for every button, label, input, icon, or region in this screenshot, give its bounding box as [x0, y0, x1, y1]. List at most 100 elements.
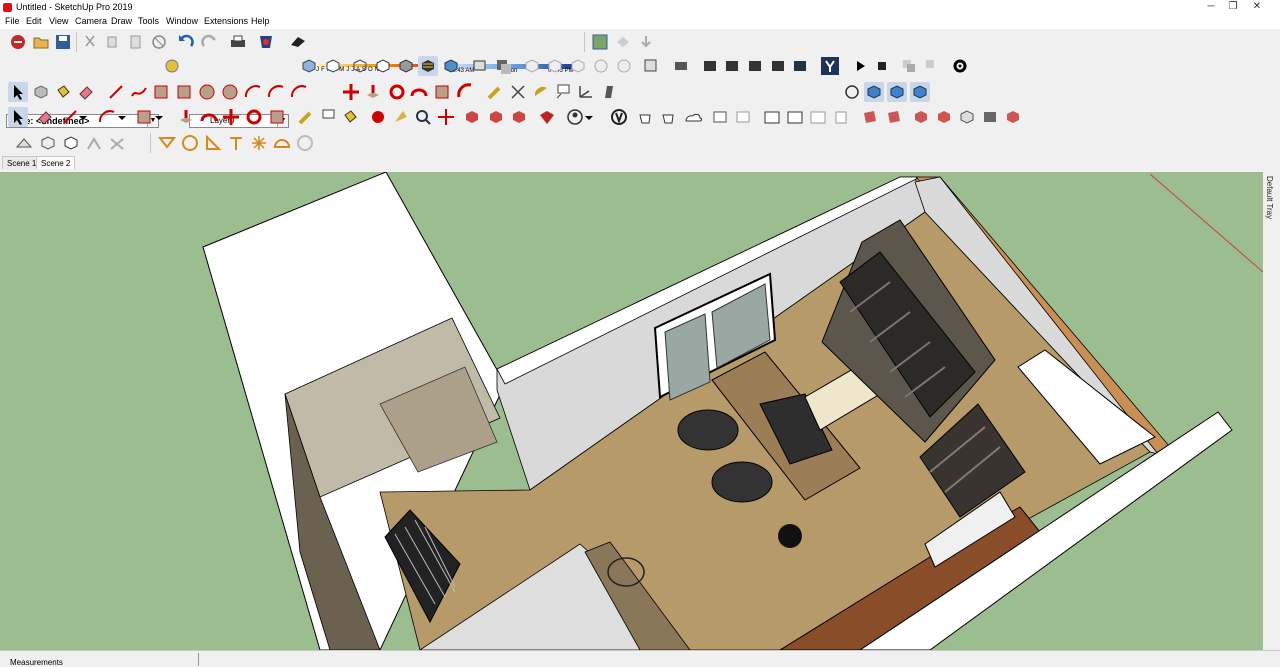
top-view-icon[interactable] [545, 56, 565, 76]
menu-tools[interactable]: Tools [138, 16, 159, 26]
paste-icon[interactable] [126, 32, 146, 52]
smoove-icon[interactable] [61, 133, 81, 153]
shadow-toggle-icon[interactable] [288, 32, 308, 52]
flip-edge-icon[interactable] [180, 133, 200, 153]
previous-view-icon[interactable] [583, 107, 595, 127]
components-icon[interactable] [637, 107, 657, 127]
shaded-icon[interactable] [396, 56, 416, 76]
rectangle-tool-icon[interactable] [134, 107, 154, 127]
move-icon[interactable] [341, 82, 361, 102]
push-pull-icon[interactable] [363, 82, 383, 102]
section-cut-icon[interactable] [486, 107, 506, 127]
zoom-extents-icon[interactable] [565, 107, 585, 127]
styles-icon[interactable] [660, 107, 680, 127]
xray-icon[interactable] [299, 56, 319, 76]
extension-icon-3[interactable] [745, 56, 765, 76]
dropdown-arrow-icon[interactable] [153, 107, 165, 127]
look-around-icon[interactable] [391, 107, 411, 127]
offset-icon[interactable] [455, 82, 475, 102]
extension-icon-4[interactable] [768, 56, 788, 76]
preview-icon[interactable] [636, 32, 656, 52]
extension-icon-2[interactable] [722, 56, 742, 76]
follow-me-2-icon[interactable] [199, 107, 219, 127]
solid-union-icon[interactable] [203, 133, 223, 153]
solid-subtract-icon[interactable] [226, 133, 246, 153]
freehand-icon[interactable] [129, 82, 149, 102]
sandbox-2-icon[interactable] [957, 107, 977, 127]
menu-draw[interactable]: Draw [111, 16, 132, 26]
arc-3pt-icon[interactable] [289, 82, 309, 102]
menu-edit[interactable]: Edit [26, 16, 42, 26]
tape-measure-icon[interactable] [485, 82, 505, 102]
text-2-icon[interactable] [318, 107, 338, 127]
paint-bucket-icon[interactable] [53, 82, 73, 102]
photo-texture-icon[interactable] [613, 32, 633, 52]
left-view-icon[interactable] [641, 56, 661, 76]
match-photo-icon[interactable] [762, 107, 782, 127]
section-plane-icon[interactable] [436, 107, 456, 127]
entity-info-wand-icon[interactable] [162, 56, 182, 76]
save-icon[interactable] [53, 32, 73, 52]
redo-icon[interactable] [199, 32, 219, 52]
paint-2-icon[interactable] [340, 107, 360, 127]
close-button[interactable]: ✕ [1234, 0, 1280, 15]
visible-icon[interactable] [494, 56, 514, 76]
dimension-icon[interactable] [508, 82, 528, 102]
solid-tools-icon[interactable] [899, 56, 919, 76]
trim-icon[interactable] [922, 56, 942, 76]
zoom-2-icon[interactable] [537, 107, 557, 127]
arc-icon[interactable] [243, 82, 263, 102]
play-icon[interactable] [850, 56, 870, 76]
extension-icon-5[interactable] [790, 56, 810, 76]
model-viewport[interactable] [0, 172, 1263, 650]
iso-icon[interactable] [522, 56, 542, 76]
sandbox-from-scratch-icon[interactable] [38, 133, 58, 153]
undo-icon[interactable] [176, 32, 196, 52]
circle-tool-icon[interactable] [97, 107, 117, 127]
eraser-icon[interactable] [76, 82, 96, 102]
open-icon[interactable] [31, 32, 51, 52]
zoom-icon[interactable] [887, 82, 907, 102]
soften-edges-icon[interactable] [911, 107, 931, 127]
copy-icon[interactable] [103, 32, 123, 52]
rotated-rectangle-icon[interactable] [174, 82, 194, 102]
monochrome-icon[interactable] [441, 56, 461, 76]
entity-info-icon[interactable] [831, 107, 851, 127]
solid-trim-icon[interactable] [249, 133, 269, 153]
pan-icon[interactable] [864, 82, 884, 102]
text-icon[interactable] [553, 82, 573, 102]
dropdown-arrow-icon[interactable] [77, 107, 89, 127]
scenes-icon[interactable] [683, 107, 703, 127]
right-view-icon[interactable] [591, 56, 611, 76]
move-2-icon[interactable] [221, 107, 241, 127]
settings-gear-icon[interactable] [950, 56, 970, 76]
position-camera-icon[interactable] [413, 107, 433, 127]
menu-file[interactable]: File [5, 16, 20, 26]
layers-icon[interactable] [785, 107, 805, 127]
perspective-icon[interactable] [671, 56, 691, 76]
orbit-icon[interactable] [842, 82, 862, 102]
eraser-small-icon[interactable] [35, 107, 55, 127]
materials-icon[interactable] [884, 107, 904, 127]
solid-split-icon[interactable] [272, 133, 292, 153]
follow-me-icon[interactable] [409, 82, 429, 102]
drape-icon[interactable] [107, 133, 127, 153]
line-icon[interactable] [106, 82, 126, 102]
instructor-icon[interactable] [860, 107, 880, 127]
sketchy-edges-icon[interactable] [471, 56, 491, 76]
stop-icon[interactable] [872, 56, 892, 76]
add-location-icon[interactable] [590, 32, 610, 52]
erase-icon[interactable] [149, 32, 169, 52]
rotate-icon[interactable] [387, 82, 407, 102]
circle-icon[interactable] [197, 82, 217, 102]
menu-extensions[interactable]: Extensions [204, 16, 248, 26]
polygon-icon[interactable] [220, 82, 240, 102]
scale-icon[interactable] [432, 82, 452, 102]
select-icon[interactable] [8, 82, 28, 102]
warehouse-3d-icon[interactable] [609, 107, 629, 127]
walk-icon[interactable] [368, 107, 388, 127]
sketchup-ruby-icon[interactable] [820, 56, 840, 76]
default-tray-tab[interactable]: Default Tray [1264, 172, 1280, 650]
back-view-icon[interactable] [614, 56, 634, 76]
orbit-2-icon[interactable] [509, 107, 529, 127]
